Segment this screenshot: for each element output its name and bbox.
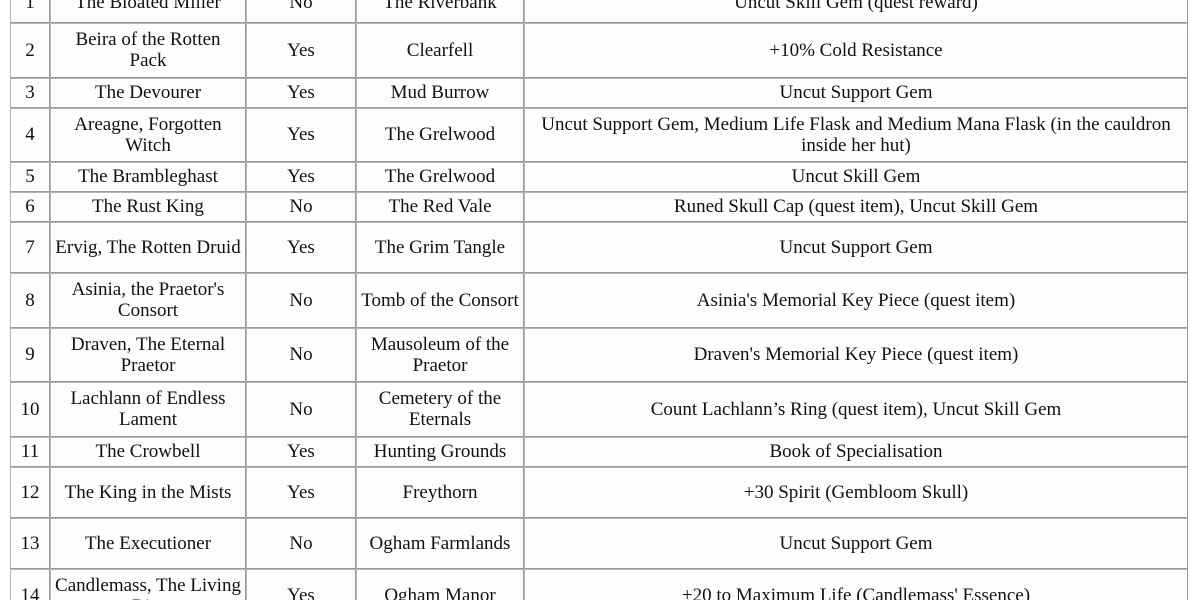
table-row: 4 Areagne, Forgotten Witch Yes The Grelwood… <box>10 107 1188 163</box>
cell-name: Beira of the Rotten Pack <box>50 23 246 78</box>
cell-name: The Executioner <box>50 517 246 569</box>
cell-name: The Devourer <box>50 77 246 108</box>
table-scroll-container[interactable]: 1 The Bloated Miller No The Riverbank Uncut … <box>0 0 1200 600</box>
cell-num: 10 <box>10 382 50 437</box>
cell-opt: Yes <box>246 162 356 193</box>
cell-opt: No <box>246 517 356 569</box>
cell-opt: Yes <box>246 436 356 467</box>
cell-num: 3 <box>10 77 50 108</box>
cell-opt: Yes <box>246 107 356 163</box>
cell-name: The Bloated Miller <box>50 0 246 23</box>
table-row: 8 Asinia, the Praetor's Consort No Tomb of … <box>10 273 1188 328</box>
cell-rew: Asinia's Memorial Key Piece (quest item) <box>524 273 1188 328</box>
table-row: 9 Draven, The Eternal Praetor No Mausoleum … <box>10 327 1188 383</box>
cell-rew: Uncut Support Gem <box>524 222 1188 274</box>
table-viewport: 1 The Bloated Miller No The Riverbank Uncut … <box>0 0 1200 600</box>
table-row: 13 The Executioner No Ogham Farmlands Uncut … <box>10 517 1188 569</box>
table-row: 14Candlemass, The Living RiteYesOgham Ma… <box>10 568 1188 600</box>
cell-rew: Runed Skull Cap (quest item), Uncut Skil… <box>524 192 1188 223</box>
cell-opt: Yes <box>246 568 356 600</box>
cell-num: 12 <box>10 466 50 518</box>
cell-loc: Hunting Grounds <box>356 436 524 467</box>
cell-num: 5 <box>10 162 50 193</box>
cell-opt: No <box>246 192 356 223</box>
table-row: 1 The Bloated Miller No The Riverbank Uncut … <box>10 0 1188 23</box>
table-row: 7 Ervig, The Rotten Druid Yes The Grim Tang… <box>10 222 1188 274</box>
cell-loc: Clearfell <box>356 23 524 78</box>
cell-rew: Uncut Support Gem <box>524 77 1188 108</box>
cell-opt: Yes <box>246 222 356 274</box>
cell-opt: No <box>246 327 356 383</box>
cell-name: Areagne, Forgotten Witch <box>50 107 246 163</box>
cell-opt: No <box>246 273 356 328</box>
cell-loc: Freythorn <box>356 466 524 518</box>
cell-loc: Mausoleum of the Praetor <box>356 327 524 383</box>
table-row: 12 The King in the Mists Yes Freythorn +30 S… <box>10 466 1188 518</box>
cell-name: The King in the Mists <box>50 466 246 518</box>
table-body: 1 The Bloated Miller No The Riverbank Uncut … <box>10 0 1188 600</box>
table-row: 2 Beira of the Rotten Pack Yes Clearfell +10… <box>10 23 1188 78</box>
cell-num: 4 <box>10 107 50 163</box>
cell-loc: The Riverbank <box>356 0 524 23</box>
cell-num: 9 <box>10 327 50 383</box>
cell-rew: Count Lachlann’s Ring (quest item), Uncu… <box>524 382 1188 437</box>
cell-num: 6 <box>10 192 50 223</box>
cell-num: 2 <box>10 23 50 78</box>
cell-num: 7 <box>10 222 50 274</box>
cell-opt: Yes <box>246 23 356 78</box>
cell-loc: Ogham Farmlands <box>356 517 524 569</box>
cell-name: Asinia, the Praetor's Consort <box>50 273 246 328</box>
cell-loc: The Grelwood <box>356 107 524 163</box>
cell-num: 13 <box>10 517 50 569</box>
cell-num: 8 <box>10 273 50 328</box>
cell-name: The Rust King <box>50 192 246 223</box>
cell-name: Draven, The Eternal Praetor <box>50 327 246 383</box>
cell-loc: Ogham Manor <box>356 568 524 600</box>
cell-loc: Cemetery of the Eternals <box>356 382 524 437</box>
cell-name: Candlemass, The Living Rite <box>50 568 246 600</box>
cell-opt: Yes <box>246 77 356 108</box>
cell-num: 1 <box>10 0 50 23</box>
cell-name: Lachlann of Endless Lament <box>50 382 246 437</box>
cell-num: 14 <box>10 568 50 600</box>
cell-loc: The Red Vale <box>356 192 524 223</box>
cell-loc: The Grim Tangle <box>356 222 524 274</box>
table-row: 6 The Rust King No The Red Vale Runed Skull … <box>10 192 1188 223</box>
cell-rew: Uncut Support Gem, Medium Life Flask and… <box>524 107 1188 163</box>
act-one-bosses-table: 1 The Bloated Miller No The Riverbank Uncut … <box>10 0 1188 600</box>
cell-loc: Mud Burrow <box>356 77 524 108</box>
cell-rew: Draven's Memorial Key Piece (quest item) <box>524 327 1188 383</box>
cell-name: Ervig, The Rotten Druid <box>50 222 246 274</box>
table-row: 10 Lachlann of Endless Lament No Cemetery o… <box>10 382 1188 437</box>
cell-rew: +30 Spirit (Gembloom Skull) <box>524 466 1188 518</box>
cell-loc: Tomb of the Consort <box>356 273 524 328</box>
cell-rew: +10% Cold Resistance <box>524 23 1188 78</box>
cell-num: 11 <box>10 436 50 467</box>
cell-opt: No <box>246 382 356 437</box>
table-row: 11 The Crowbell Yes Hunting Grounds Book of … <box>10 436 1188 467</box>
cell-opt: Yes <box>246 466 356 518</box>
cell-rew: Book of Specialisation <box>524 436 1188 467</box>
cell-name: The Brambleghast <box>50 162 246 193</box>
table-row: 3 The Devourer Yes Mud Burrow Uncut Support … <box>10 77 1188 108</box>
table-row: 5 The Brambleghast Yes The Grelwood Uncut Sk… <box>10 162 1188 193</box>
cell-rew: Uncut Skill Gem <box>524 162 1188 193</box>
cell-loc: The Grelwood <box>356 162 524 193</box>
cell-rew: Uncut Support Gem <box>524 517 1188 569</box>
cell-name: The Crowbell <box>50 436 246 467</box>
cell-opt: No <box>246 0 356 23</box>
cell-rew: Uncut Skill Gem (quest reward) <box>524 0 1188 23</box>
cell-rew: +20 to Maximum Life (Candlemass' Essence… <box>524 568 1188 600</box>
